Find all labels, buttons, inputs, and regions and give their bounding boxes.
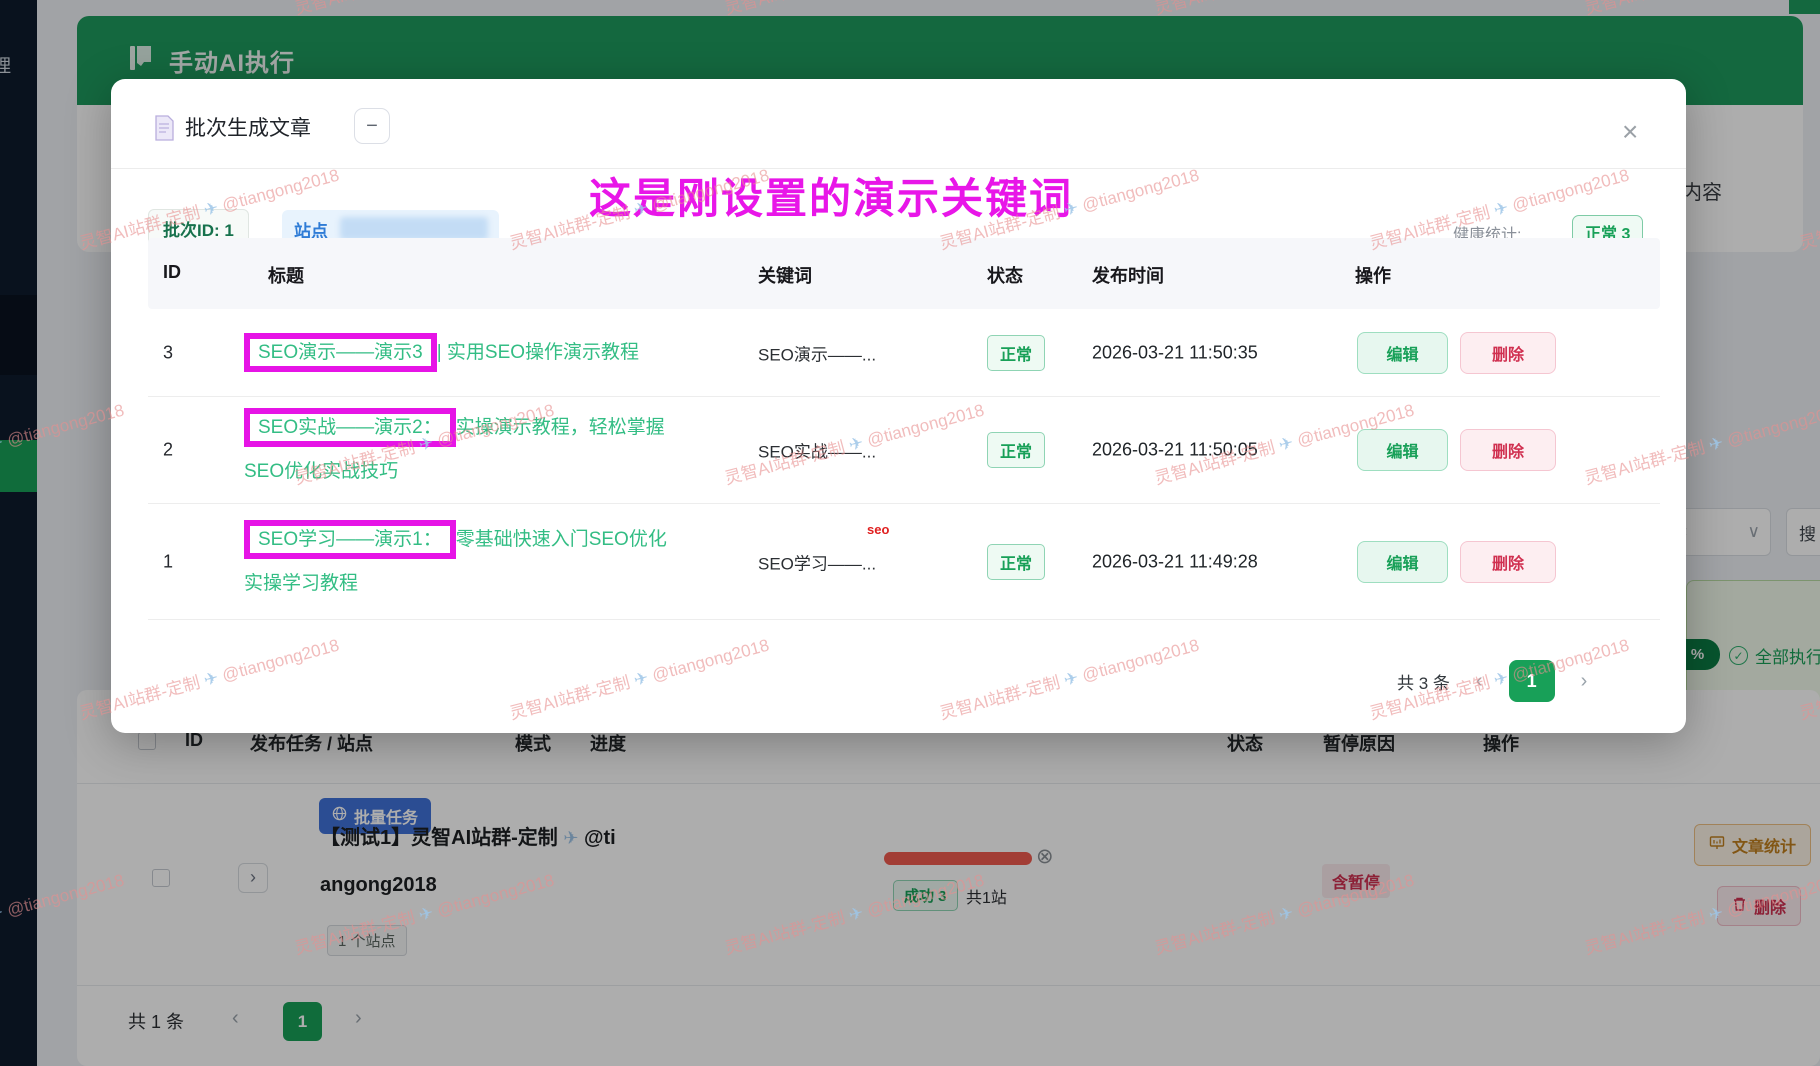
- edit-button[interactable]: 编辑: [1357, 332, 1448, 374]
- minimize-button[interactable]: −: [354, 108, 390, 144]
- keyword-cell: SEO学习——...: [758, 549, 876, 574]
- delete-button[interactable]: 删除: [1460, 332, 1556, 374]
- pagination-total: 共 3 条: [1397, 669, 1450, 694]
- document-icon: [154, 115, 175, 147]
- annotation-highlight-box: SEO实战——演示2：: [244, 408, 456, 447]
- article-title-link[interactable]: SEO实战——演示2：实操演示教程，轻松掌握SEO优化实战技巧: [244, 406, 679, 494]
- page-button[interactable]: 1: [1509, 660, 1555, 702]
- prev-page-icon[interactable]: ‹: [1476, 670, 1483, 693]
- modal-pagination: 共 3 条 ‹ 1 ›: [1397, 660, 1587, 702]
- status-badge: 正常: [987, 432, 1045, 468]
- publish-time: 2026-03-21 11:50:05: [1092, 440, 1258, 461]
- delete-button[interactable]: 删除: [1460, 541, 1556, 583]
- publish-time: 2026-03-21 11:49:28: [1092, 551, 1258, 572]
- article-title-link[interactable]: SEO学习——演示1：零基础快速入门SEO优化实操学习教程: [244, 518, 679, 606]
- keyword-cell: SEO演示——...: [758, 340, 876, 365]
- col-header-keyword: 关键词: [758, 262, 812, 288]
- col-header-time: 发布时间: [1092, 262, 1164, 288]
- modal-title: 批次生成文章: [185, 112, 311, 142]
- annotation-text: 这是刚设置的演示关键词: [589, 165, 1073, 226]
- redacted-site-name: [340, 217, 488, 240]
- edit-button[interactable]: 编辑: [1357, 541, 1448, 583]
- edit-button[interactable]: 编辑: [1357, 429, 1448, 471]
- annotation-highlight-box: SEO学习——演示1：: [244, 520, 456, 559]
- next-page-icon[interactable]: ›: [1581, 670, 1588, 693]
- batch-articles-modal: 批次生成文章 − × 这是刚设置的演示关键词 批次ID: 1 站点 健康统计: …: [111, 79, 1686, 733]
- keyword-cell: SEO实战——...: [758, 438, 876, 463]
- col-header-actions: 操作: [1355, 262, 1391, 288]
- col-header-id: ID: [163, 262, 181, 283]
- annotation-highlight-box: SEO演示——演示3: [244, 333, 437, 372]
- status-badge: 正常: [987, 544, 1045, 580]
- close-icon[interactable]: ×: [1616, 117, 1644, 147]
- article-id: 2: [163, 440, 173, 461]
- status-badge: 正常: [987, 335, 1045, 371]
- col-header-title: 标题: [268, 262, 304, 288]
- stray-seo-label: seo: [867, 522, 889, 537]
- publish-time: 2026-03-21 11:50:35: [1092, 342, 1258, 363]
- articles-table: ID 标题 关键词 状态 发布时间 操作 3 SEO演示——演示3| 实用SEO…: [148, 238, 1660, 620]
- col-header-status: 状态: [987, 262, 1023, 288]
- table-row: 1 SEO学习——演示1：零基础快速入门SEO优化实操学习教程 SEO学习——.…: [148, 504, 1660, 620]
- table-row: 3 SEO演示——演示3| 实用SEO操作演示教程 SEO演示——... 正常 …: [148, 309, 1660, 397]
- article-id: 3: [163, 342, 173, 363]
- delete-button[interactable]: 删除: [1460, 429, 1556, 471]
- table-header-row: ID 标题 关键词 状态 发布时间 操作: [148, 238, 1660, 309]
- article-title-link[interactable]: SEO演示——演示3| 实用SEO操作演示教程: [244, 331, 714, 375]
- table-row: 2 SEO实战——演示2：实操演示教程，轻松掌握SEO优化实战技巧 SEO实战—…: [148, 397, 1660, 504]
- article-id: 1: [163, 551, 173, 572]
